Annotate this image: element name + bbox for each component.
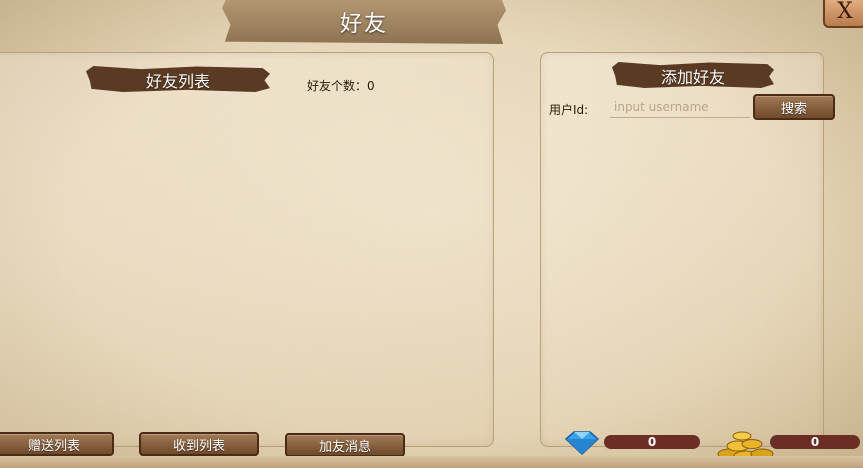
- bottom-strip: [0, 456, 863, 468]
- username-input[interactable]: [610, 96, 750, 118]
- friend-count-label: 好友个数：: [307, 79, 368, 93]
- close-button[interactable]: X: [823, 0, 863, 28]
- friend-count-value: 0: [367, 79, 375, 93]
- search-button-label: 搜索: [780, 101, 807, 117]
- friend-messages-button[interactable]: 加友消息: [285, 433, 405, 457]
- friend-messages-label: 加友消息: [318, 439, 371, 455]
- search-button[interactable]: 搜索: [753, 94, 835, 120]
- friend-list-area[interactable]: [0, 100, 490, 420]
- gold-count: 0: [770, 435, 860, 449]
- gift-list-button[interactable]: 赠送列表: [0, 432, 114, 456]
- friend-list-title: 好友列表: [145, 72, 210, 91]
- close-icon: X: [837, 0, 853, 24]
- gem-count: 0: [604, 435, 700, 449]
- gift-list-label: 赠送列表: [27, 438, 80, 454]
- gem-icon: [564, 431, 600, 456]
- received-list-button[interactable]: 收到列表: [139, 432, 259, 456]
- page-title: 好友: [339, 12, 388, 37]
- add-friend-title: 添加好友: [660, 68, 725, 87]
- friend-count: 好友个数：0: [307, 77, 375, 94]
- received-list-label: 收到列表: [172, 438, 225, 454]
- user-id-label: 用户Id:: [549, 103, 589, 117]
